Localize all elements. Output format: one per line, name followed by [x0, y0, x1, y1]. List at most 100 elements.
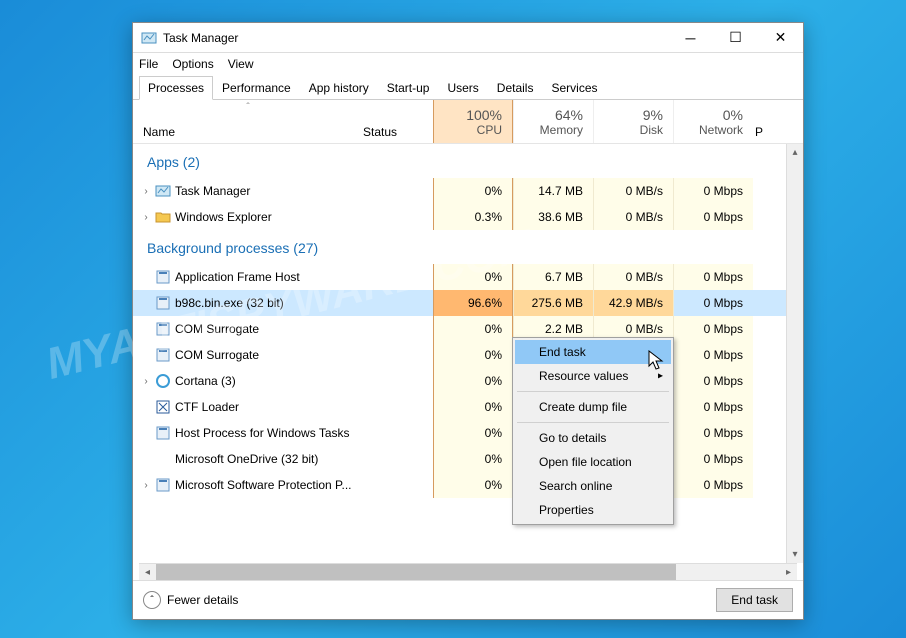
- tab-services[interactable]: Services: [542, 76, 606, 100]
- network-cell: 0 Mbps: [673, 178, 753, 204]
- titlebar[interactable]: Task Manager ─ ☐ ✕: [133, 23, 803, 53]
- footer: ˆ Fewer details End task: [133, 581, 803, 619]
- context-menu-item[interactable]: End task: [515, 340, 671, 364]
- process-list: Apps (2) › Task Manager 0% 14.7 MB 0 MB/…: [133, 144, 803, 563]
- col-cpu[interactable]: 100% CPU: [433, 100, 513, 143]
- context-menu-item[interactable]: Properties: [515, 498, 671, 522]
- menubar: File Options View: [133, 53, 803, 75]
- process-name: Host Process for Windows Tasks: [175, 426, 350, 440]
- tab-strip: Processes Performance App history Start-…: [133, 75, 803, 100]
- process-name: Microsoft OneDrive (32 bit): [175, 452, 318, 466]
- process-table: ˆ Name Status 100% CPU 64% Memory 9% Dis…: [133, 100, 803, 581]
- expand-icon[interactable]: ›: [141, 376, 151, 387]
- process-name: CTF Loader: [175, 400, 239, 414]
- scroll-up-icon[interactable]: ▴: [787, 144, 803, 161]
- process-row[interactable]: b98c.bin.exe (32 bit) 96.6% 275.6 MB 42.…: [133, 290, 803, 316]
- folder-icon: [155, 209, 171, 225]
- app-icon: [155, 269, 171, 285]
- tab-startup[interactable]: Start-up: [378, 76, 439, 100]
- disk-cell: 0 MB/s: [593, 178, 673, 204]
- cpu-cell: 96.6%: [433, 290, 513, 316]
- process-name: Cortana (3): [175, 374, 236, 388]
- cortana-icon: [155, 373, 171, 389]
- cpu-cell: 0%: [433, 368, 513, 394]
- memory-cell: 6.7 MB: [513, 264, 593, 290]
- process-row[interactable]: COM Surrogate 0% 1.4 MB 0 MB/s 0 Mbps: [133, 342, 803, 368]
- scroll-right-icon[interactable]: ▸: [780, 564, 797, 580]
- tab-performance[interactable]: Performance: [213, 76, 300, 100]
- end-task-button[interactable]: End task: [716, 588, 793, 612]
- process-row[interactable]: CTF Loader 0% 3.6 MB 0 MB/s 0 Mbps: [133, 394, 803, 420]
- process-row[interactable]: Host Process for Windows Tasks 0% 2.8 MB…: [133, 420, 803, 446]
- col-network[interactable]: 0% Network: [673, 100, 753, 143]
- menu-view[interactable]: View: [228, 57, 254, 71]
- cpu-cell: 0%: [433, 342, 513, 368]
- cpu-cell: 0%: [433, 264, 513, 290]
- process-row[interactable]: › Task Manager 0% 14.7 MB 0 MB/s 0 Mbps: [133, 178, 803, 204]
- network-cell: 0 Mbps: [673, 394, 753, 420]
- group-background: Background processes (27): [133, 230, 803, 264]
- task-manager-icon: [141, 30, 157, 46]
- process-row[interactable]: › Windows Explorer 0.3% 38.6 MB 0 MB/s 0…: [133, 204, 803, 230]
- expand-icon[interactable]: ›: [141, 212, 151, 223]
- column-headers: ˆ Name Status 100% CPU 64% Memory 9% Dis…: [133, 100, 803, 144]
- tab-processes[interactable]: Processes: [139, 76, 213, 100]
- network-cell: 0 Mbps: [673, 342, 753, 368]
- col-status[interactable]: Status: [363, 100, 433, 143]
- col-memory[interactable]: 64% Memory: [513, 100, 593, 143]
- expand-icon[interactable]: ›: [141, 480, 151, 491]
- process-row[interactable]: › Cortana (3) 0% 98.5 MB 0 MB/s 0 Mbps: [133, 368, 803, 394]
- col-name[interactable]: ˆ Name: [133, 100, 363, 143]
- vertical-scrollbar[interactable]: ▴ ▾: [786, 144, 803, 563]
- network-cell: 0 Mbps: [673, 264, 753, 290]
- app-icon: [155, 321, 171, 337]
- scroll-down-icon[interactable]: ▾: [787, 546, 803, 563]
- sort-indicator-icon: ˆ: [246, 102, 249, 113]
- process-name: Microsoft Software Protection P...: [175, 478, 352, 492]
- process-row[interactable]: COM Surrogate 0% 2.2 MB 0 MB/s 0 Mbps: [133, 316, 803, 342]
- memory-cell: 275.6 MB: [513, 290, 593, 316]
- app-icon: [155, 477, 171, 493]
- context-menu-item[interactable]: Go to details: [515, 426, 671, 450]
- expand-icon[interactable]: ›: [141, 186, 151, 197]
- close-button[interactable]: ✕: [758, 23, 803, 52]
- menu-file[interactable]: File: [139, 57, 158, 71]
- col-extra[interactable]: P: [753, 100, 771, 143]
- network-cell: 0 Mbps: [673, 316, 753, 342]
- process-row[interactable]: Application Frame Host 0% 6.7 MB 0 MB/s …: [133, 264, 803, 290]
- network-cell: 0 Mbps: [673, 368, 753, 394]
- app-icon: [155, 295, 171, 311]
- context-menu-item[interactable]: Open file location: [515, 450, 671, 474]
- scroll-thumb[interactable]: [156, 564, 676, 580]
- cpu-cell: 0.3%: [433, 204, 513, 230]
- context-menu-item[interactable]: Resource values▸: [515, 364, 671, 388]
- disk-cell: 0 MB/s: [593, 204, 673, 230]
- tab-details[interactable]: Details: [488, 76, 543, 100]
- col-disk[interactable]: 9% Disk: [593, 100, 673, 143]
- menu-separator: [517, 391, 669, 392]
- ctf-icon: [155, 399, 171, 415]
- context-menu-item[interactable]: Create dump file: [515, 395, 671, 419]
- scroll-left-icon[interactable]: ◂: [139, 564, 156, 580]
- tab-app-history[interactable]: App history: [300, 76, 378, 100]
- process-name: Task Manager: [175, 184, 250, 198]
- menu-options[interactable]: Options: [172, 57, 213, 71]
- process-name: b98c.bin.exe (32 bit): [175, 296, 284, 310]
- window-title: Task Manager: [163, 31, 238, 45]
- cpu-cell: 0%: [433, 472, 513, 498]
- context-menu-item[interactable]: Search online: [515, 474, 671, 498]
- cpu-cell: 0%: [433, 394, 513, 420]
- maximize-button[interactable]: ☐: [713, 23, 758, 52]
- process-row[interactable]: › Microsoft Software Protection P... 0% …: [133, 472, 803, 498]
- context-menu: End taskResource values▸ Create dump file…: [512, 337, 674, 525]
- app-icon: [155, 425, 171, 441]
- app-icon: [155, 347, 171, 363]
- process-name: COM Surrogate: [175, 348, 259, 362]
- process-row[interactable]: Microsoft OneDrive (32 bit) 0% 16.6 MB 0…: [133, 446, 803, 472]
- minimize-button[interactable]: ─: [668, 23, 713, 52]
- submenu-arrow-icon: ▸: [658, 371, 663, 382]
- memory-cell: 38.6 MB: [513, 204, 593, 230]
- horizontal-scrollbar[interactable]: ◂ ▸: [139, 563, 797, 580]
- tab-users[interactable]: Users: [438, 76, 487, 100]
- fewer-details-button[interactable]: ˆ Fewer details: [143, 591, 238, 609]
